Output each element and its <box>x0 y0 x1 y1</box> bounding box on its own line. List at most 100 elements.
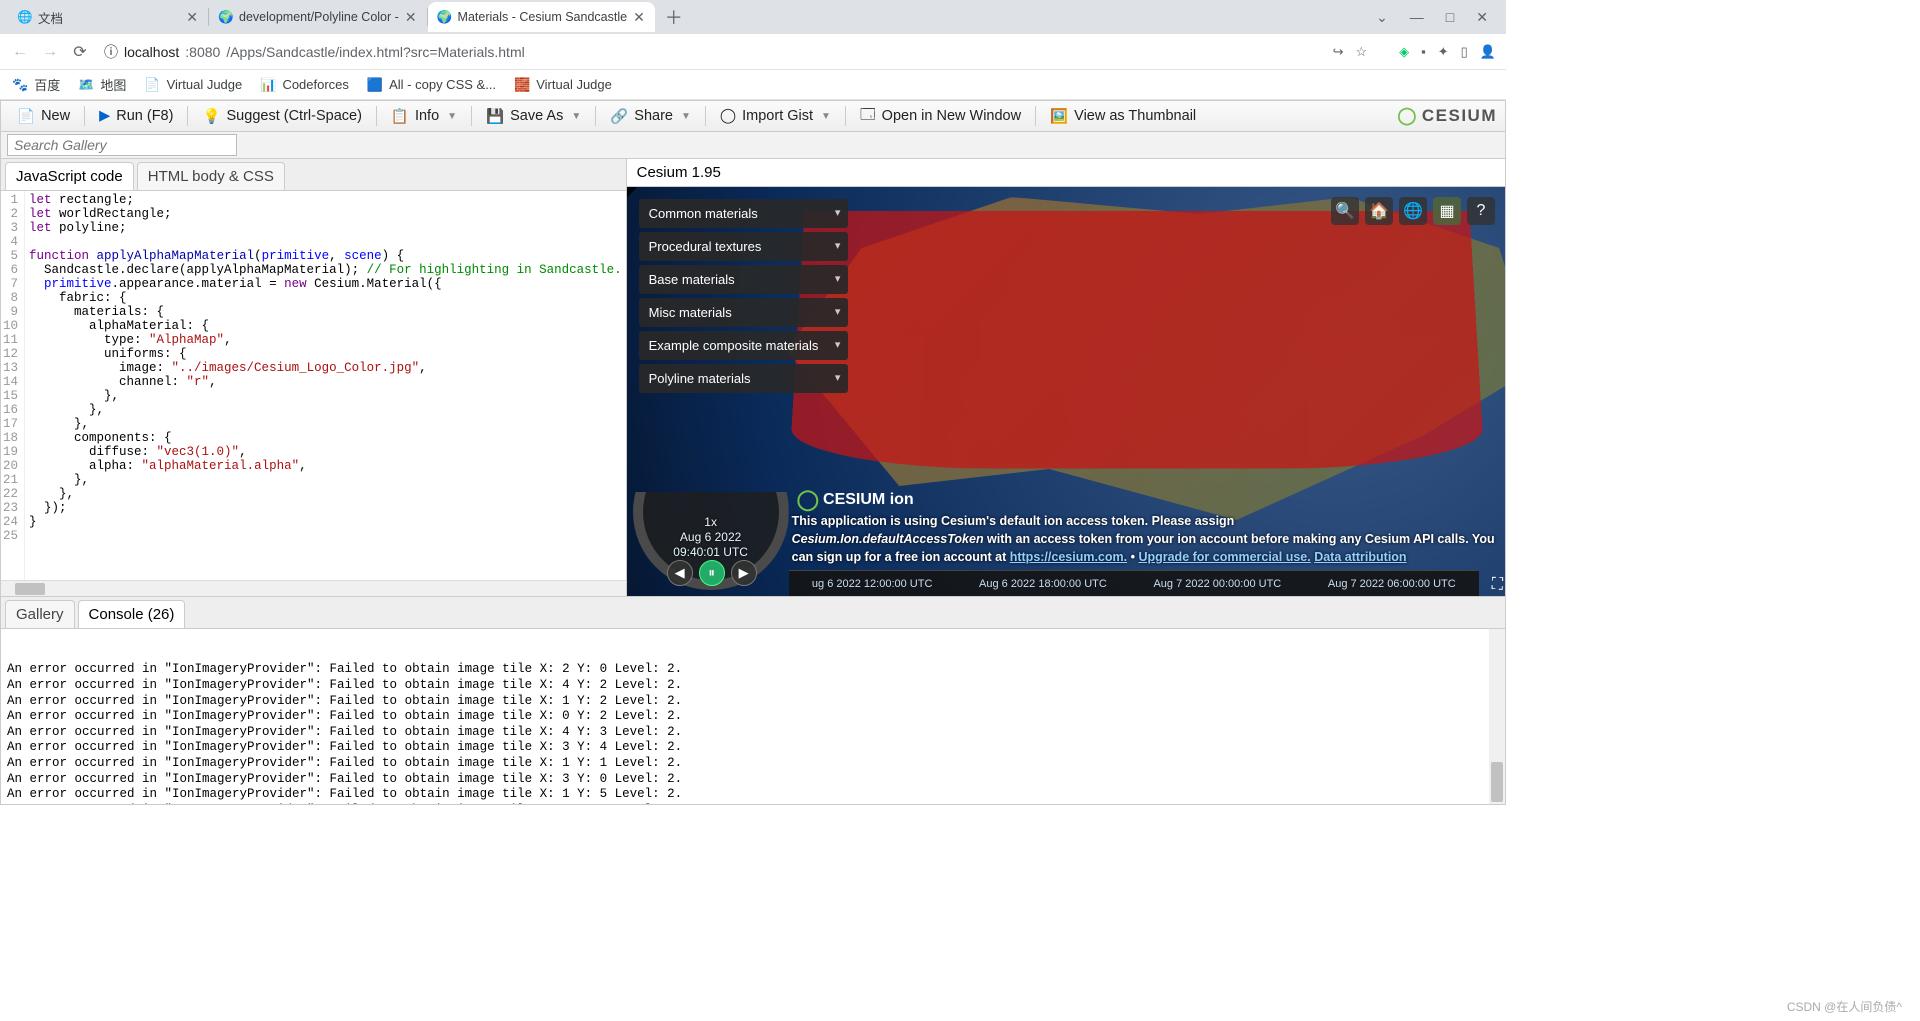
cesium-link[interactable]: https://cesium.com. <box>1010 550 1127 564</box>
animation-widget[interactable]: 1x Aug 6 2022 09:40:01 UTC ◀ ⏸ ▶ <box>633 492 789 590</box>
new-tab-button[interactable]: ＋ <box>655 4 693 30</box>
share-icon: 🔗 <box>610 108 628 125</box>
omnibox[interactable]: ⓘ localhost:8080/Apps/Sandcastle/index.h… <box>100 42 1323 62</box>
console-line: An error occurred in "IonImageryProvider… <box>7 694 1499 710</box>
pause-icon[interactable]: ⏸ <box>699 560 725 586</box>
cesium-ion-badge: ◯CESIUM ion <box>797 487 914 512</box>
tabs-dropdown-icon[interactable]: ⌄ <box>1376 9 1388 26</box>
suggest-button[interactable]: 💡Suggest (Ctrl-Space) <box>194 105 369 128</box>
console-scrollbar[interactable] <box>1489 629 1505 804</box>
view-thumbnail-button[interactable]: 🖼️View as Thumbnail <box>1042 105 1204 128</box>
close-icon[interactable]: ✕ <box>186 9 198 26</box>
minimize-icon[interactable]: — <box>1410 9 1424 26</box>
main-split: JavaScript code HTML body & CSS 12345678… <box>0 159 1506 597</box>
tab-gallery[interactable]: Gallery <box>5 600 75 628</box>
block-icon: 🧱 <box>514 77 530 93</box>
console-line: An error occurred in "IonImageryProvider… <box>7 740 1499 756</box>
share-icon[interactable]: ↪ <box>1333 44 1344 60</box>
timeline-tick: Aug 6 2022 18:00:00 UTC <box>979 578 1107 590</box>
bookmark-star-icon[interactable]: ☆ <box>1355 44 1367 60</box>
ext-block-icon[interactable]: ▪ <box>1421 44 1426 59</box>
close-icon[interactable]: ✕ <box>405 9 417 26</box>
bookmark-baidu[interactable]: 🐾百度 <box>12 75 60 94</box>
play-forward-icon[interactable]: ▶ <box>731 560 757 586</box>
material-dropdown-4[interactable]: Example composite materials <box>639 331 849 360</box>
close-icon[interactable]: ✕ <box>633 9 645 26</box>
browser-tab-1[interactable]: 🌍 development/Polyline Color - ✕ <box>209 2 427 32</box>
profile-icon[interactable]: 👤 <box>1480 44 1496 60</box>
tab-html-css[interactable]: HTML body & CSS <box>137 162 285 190</box>
code-tabstrip: JavaScript code HTML body & CSS <box>1 159 626 191</box>
bookmark-map[interactable]: 🗺️地图 <box>78 75 126 94</box>
shield-icon[interactable]: ◈ <box>1399 44 1409 60</box>
info-button[interactable]: 📋Info▼ <box>383 105 465 128</box>
tab-console[interactable]: Console (26) <box>78 600 186 628</box>
ion-token-message: This application is using Cesium's defau… <box>792 512 1495 566</box>
new-button[interactable]: 📄New <box>9 105 78 128</box>
line-gutter: 1234567891011121314151617181920212223242… <box>1 191 25 580</box>
saveas-button[interactable]: 💾Save As▼ <box>478 105 589 128</box>
bookmark-vj2[interactable]: 🧱Virtual Judge <box>514 77 612 93</box>
cesium-viewer[interactable]: Common materials Procedural textures Base … <box>627 187 1505 596</box>
material-dropdown-2[interactable]: Base materials <box>639 265 849 294</box>
share-button[interactable]: 🔗Share▼ <box>602 105 699 128</box>
browser-tab-0[interactable]: 🌐 文档 ✕ <box>8 2 208 32</box>
bookmark-copycss[interactable]: 🟦All - copy CSS &... <box>367 77 496 93</box>
browser-tab-2[interactable]: 🌍 Materials - Cesium Sandcastle ✕ <box>428 2 655 32</box>
chevron-down-icon: ▼ <box>681 111 691 122</box>
save-icon: 💾 <box>486 108 504 125</box>
sidepanel-icon[interactable]: ▯ <box>1461 44 1468 60</box>
editor-scrollbar[interactable] <box>1 580 626 596</box>
extensions-icon[interactable]: ✦ <box>1438 44 1449 60</box>
console-output[interactable]: An error occurred in "IonImageryProvider… <box>0 629 1506 805</box>
material-rectangle <box>789 211 1485 469</box>
console-line: An error occurred in "IonImageryProvider… <box>7 678 1499 694</box>
console-line: An error occurred in "IonImageryProvider… <box>7 725 1499 741</box>
search-row <box>0 132 1506 159</box>
close-window-icon[interactable]: ✕ <box>1476 9 1488 26</box>
globe-icon: 🌐 <box>18 10 32 24</box>
search-icon[interactable]: 🔍 <box>1331 197 1359 225</box>
scrollbar-thumb[interactable] <box>1491 762 1503 802</box>
console-line: An error occurred in "IonImageryProvider… <box>7 756 1499 772</box>
fullscreen-icon[interactable]: ⛶ <box>1492 576 1503 594</box>
maximize-icon[interactable]: □ <box>1446 9 1454 26</box>
bookmarks-bar: 🐾百度 🗺️地图 📄Virtual Judge 📊Codeforces 🟦All… <box>0 70 1506 100</box>
clock-controls: ◀ ⏸ ▶ <box>667 560 757 586</box>
console-line: An error occurred in "IonImageryProvider… <box>7 772 1499 788</box>
preview-panel: Cesium 1.95 Common materialsProcedural t… <box>627 159 1506 597</box>
code-panel: JavaScript code HTML body & CSS 12345678… <box>0 159 627 597</box>
chevron-down-icon: ▼ <box>821 111 831 122</box>
play-reverse-icon[interactable]: ◀ <box>667 560 693 586</box>
material-dropdown-3[interactable]: Misc materials <box>639 298 849 327</box>
site-info-icon[interactable]: ⓘ <box>104 42 118 62</box>
projection-icon[interactable]: 🌐 <box>1399 197 1427 225</box>
console-line: An error occurred in "IonImageryProvider… <box>7 709 1499 725</box>
baselayer-icon[interactable]: ▦ <box>1433 197 1461 225</box>
timeline[interactable]: ug 6 2022 12:00:00 UTCAug 6 2022 18:00:0… <box>789 570 1479 596</box>
viewer-toolbar: 🔍 🏠 🌐 ▦ ? <box>1331 197 1495 225</box>
home-icon[interactable]: 🏠 <box>1365 197 1393 225</box>
back-icon[interactable]: ← <box>10 43 30 61</box>
bookmark-vj1[interactable]: 📄Virtual Judge <box>144 77 242 93</box>
timeline-tick: Aug 7 2022 06:00:00 UTC <box>1328 578 1456 590</box>
scrollbar-thumb[interactable] <box>15 583 45 595</box>
tab-javascript[interactable]: JavaScript code <box>5 162 134 190</box>
url-host: localhost <box>124 44 179 60</box>
material-dropdown-5[interactable]: Polyline materials <box>639 364 849 393</box>
reload-icon[interactable]: ⟳ <box>70 42 90 62</box>
material-dropdown-1[interactable]: Procedural textures <box>639 232 849 261</box>
forward-icon[interactable]: → <box>40 43 60 61</box>
open-new-window-button[interactable]: 🗔Open in New Window <box>852 101 1029 132</box>
code-editor[interactable]: 1234567891011121314151617181920212223242… <box>1 191 626 580</box>
import-gist-button[interactable]: ◯Import Gist▼ <box>712 105 839 127</box>
bulb-icon: 💡 <box>202 108 220 125</box>
material-dropdown-0[interactable]: Common materials <box>639 199 849 228</box>
bookmark-cf[interactable]: 📊Codeforces <box>260 77 349 93</box>
code-body[interactable]: let rectangle;let worldRectangle;let pol… <box>25 191 626 580</box>
search-gallery-input[interactable] <box>7 134 237 156</box>
run-button[interactable]: ▶Run (F8) <box>91 105 181 127</box>
help-icon[interactable]: ? <box>1467 197 1495 225</box>
data-attribution-link[interactable]: Data attribution <box>1314 550 1406 564</box>
upgrade-link[interactable]: Upgrade for commercial use. <box>1138 550 1310 564</box>
